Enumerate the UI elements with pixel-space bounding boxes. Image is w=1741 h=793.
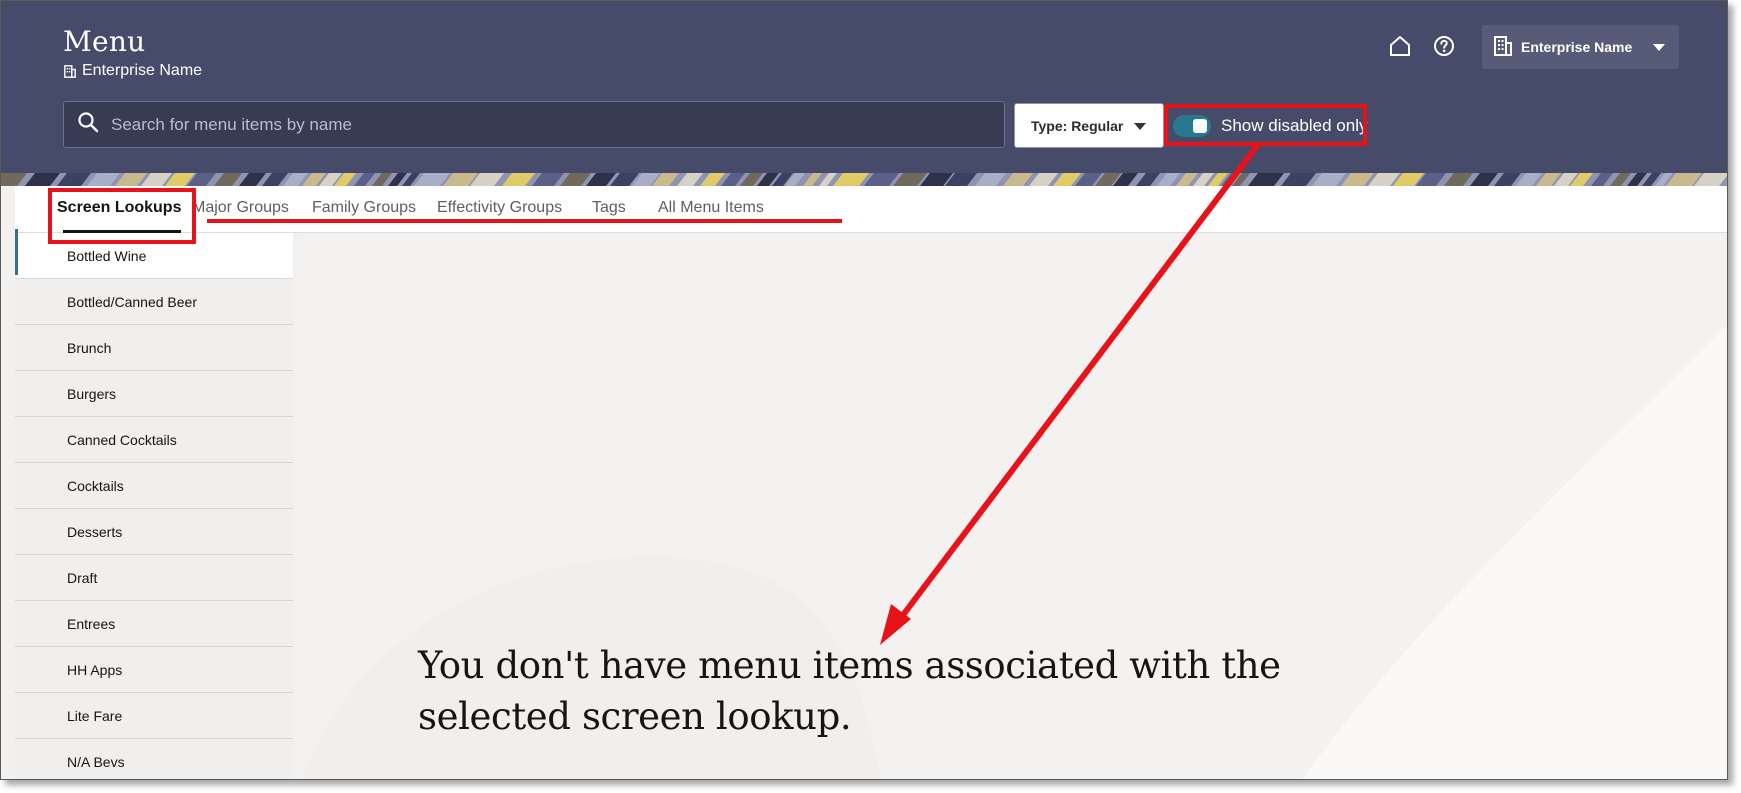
building-icon: [64, 64, 76, 78]
annotation-highlight-screen-lookups: [48, 188, 196, 244]
list-item[interactable]: Entrees: [15, 601, 293, 647]
list-item[interactable]: N/A Bevs: [15, 739, 293, 779]
home-button[interactable]: [1387, 35, 1413, 61]
help-icon: [1433, 35, 1455, 62]
help-button[interactable]: [1431, 35, 1457, 61]
tab-tags[interactable]: Tags: [592, 199, 626, 217]
annotation-highlight-toggle: [1164, 104, 1367, 146]
header: Menu Enterprise Name Enterprise Name Sea…: [1, 1, 1727, 173]
list-item[interactable]: HH Apps: [15, 647, 293, 693]
list-item[interactable]: Cocktails: [15, 463, 293, 509]
tab-major-groups[interactable]: Major Groups: [192, 199, 289, 217]
tab-bar: Screen Lookups Major Groups Family Group…: [15, 186, 1727, 233]
empty-state-message: You don't have menu items associated wit…: [418, 644, 1281, 738]
list-item[interactable]: Burgers: [15, 371, 293, 417]
subtitle-text: Enterprise Name: [82, 62, 203, 79]
search-input[interactable]: [111, 114, 971, 135]
list-item[interactable]: Brunch: [15, 325, 293, 371]
enterprise-dropdown[interactable]: Enterprise Name: [1482, 25, 1679, 69]
chevron-down-icon: [1653, 43, 1666, 51]
decorative-banner: [1, 173, 1727, 186]
tab-effectivity-groups[interactable]: Effectivity Groups: [437, 199, 562, 217]
search-bar[interactable]: [63, 101, 1005, 148]
annotation-underline-tabs: [207, 219, 842, 223]
enterprise-dropdown-label: Enterprise Name: [1521, 39, 1633, 55]
list-item[interactable]: Bottled/Canned Beer: [15, 279, 293, 325]
chevron-down-icon: [1134, 123, 1146, 130]
type-filter-label: Type: Regular: [1031, 117, 1124, 134]
page-title: Menu: [63, 25, 146, 58]
list-item[interactable]: Draft: [15, 555, 293, 601]
list-item[interactable]: Desserts: [15, 509, 293, 555]
building-icon: [1494, 35, 1512, 59]
search-icon: [77, 111, 99, 138]
home-icon: [1389, 35, 1411, 62]
enterprise-subtitle: Enterprise Name: [64, 62, 202, 80]
tab-all-menu-items[interactable]: All Menu Items: [658, 199, 764, 217]
type-filter-dropdown[interactable]: Type: Regular: [1014, 103, 1164, 148]
banner-pattern: [1, 173, 1727, 186]
list-item[interactable]: Canned Cocktails: [15, 417, 293, 463]
screen-lookup-list: Bottled Wine Bottled/Canned Beer Brunch …: [15, 229, 293, 779]
tab-family-groups[interactable]: Family Groups: [312, 199, 416, 217]
list-item[interactable]: Lite Fare: [15, 693, 293, 739]
